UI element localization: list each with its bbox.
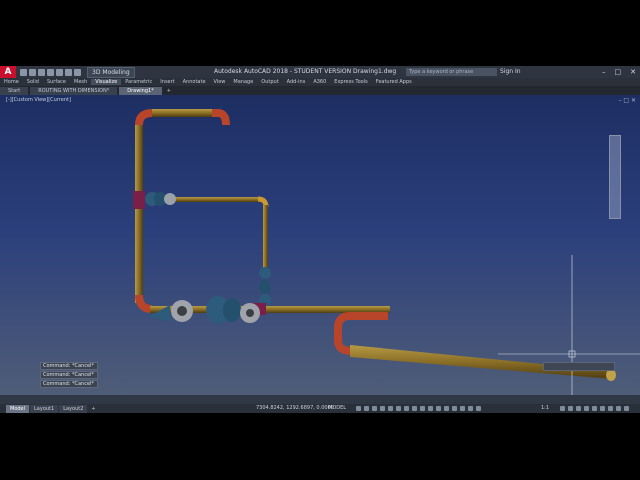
layout-tab-layout1[interactable]: Layout1 xyxy=(30,404,59,413)
lock-ui-icon[interactable] xyxy=(592,406,597,411)
transparency-icon[interactable] xyxy=(420,406,425,411)
undo-icon[interactable] xyxy=(65,68,72,76)
osnap-icon[interactable] xyxy=(396,406,401,411)
ribbon-tab-insert[interactable]: Insert xyxy=(156,79,178,85)
coordinate-tooltip xyxy=(543,362,615,371)
ribbon-tab-visualize[interactable]: Visualize xyxy=(91,79,122,85)
ribbon-tab-manage[interactable]: Manage xyxy=(229,79,257,85)
navigation-bar[interactable] xyxy=(609,135,621,219)
layout-tab-layout2[interactable]: Layout2 xyxy=(59,404,88,413)
status-toggle-group xyxy=(356,406,481,411)
annotation-scale[interactable]: 1:1 xyxy=(541,404,549,413)
new-icon[interactable] xyxy=(20,68,27,76)
search-input[interactable]: Type a keyword or phrase xyxy=(406,68,497,76)
file-tab[interactable]: Start xyxy=(0,86,29,95)
close-icon[interactable]: ✕ xyxy=(630,68,636,76)
valve xyxy=(259,280,271,294)
quick-access-toolbar xyxy=(20,68,81,76)
snap-icon[interactable] xyxy=(364,406,369,411)
print-icon[interactable] xyxy=(56,68,63,76)
workspace-switch-icon[interactable] xyxy=(560,406,565,411)
command-history-line: Command: *Cancel* xyxy=(40,380,98,388)
flange xyxy=(164,193,176,205)
ribbon-tab-a360[interactable]: A360 xyxy=(309,79,330,85)
pipe-bend xyxy=(334,312,388,355)
layout-tabs: Model Layout1 Layout2 xyxy=(6,404,88,413)
open-icon[interactable] xyxy=(29,68,36,76)
polar-icon[interactable] xyxy=(380,406,385,411)
valve xyxy=(259,267,271,279)
maximize-icon[interactable]: □ xyxy=(615,68,622,76)
quick-properties-icon[interactable] xyxy=(584,406,589,411)
ribbon-tab-output[interactable]: Output xyxy=(257,79,282,85)
gizmo-icon[interactable] xyxy=(460,406,465,411)
new-tab-icon[interactable]: + xyxy=(164,88,174,94)
add-layout-icon[interactable]: + xyxy=(88,406,98,412)
ribbon-tab-solid[interactable]: Solid xyxy=(23,79,43,85)
isolate-objects-icon[interactable] xyxy=(600,406,605,411)
autocad-window: A 3D Modeling Autodesk AutoCAD 2018 - ST… xyxy=(0,66,640,413)
otrack-icon[interactable] xyxy=(404,406,409,411)
redo-icon[interactable] xyxy=(74,68,81,76)
status-bar: Model Layout1 Layout2 + 7304.8242, 1292.68… xyxy=(0,404,640,413)
pipe-model xyxy=(133,109,640,395)
ribbon-tab-annotate[interactable]: Annotate xyxy=(179,79,210,85)
command-history-line: Command: *Cancel* xyxy=(40,371,98,379)
pipe-band xyxy=(133,191,145,209)
ribbon-tab-parametric[interactable]: Parametric xyxy=(121,79,156,85)
pipe-segment xyxy=(263,205,268,273)
ribbon-tab-mesh[interactable]: Mesh xyxy=(70,79,91,85)
ribbon-tab-featured-apps[interactable]: Featured Apps xyxy=(372,79,416,85)
isodraft-icon[interactable] xyxy=(388,406,393,411)
graphics-performance-icon[interactable] xyxy=(608,406,613,411)
3d-osnap-icon[interactable] xyxy=(436,406,441,411)
command-history: Command: *Cancel* Command: *Cancel* Comman… xyxy=(40,362,98,389)
ribbon-tab-home[interactable]: Home xyxy=(0,79,23,85)
selection-filter-icon[interactable] xyxy=(452,406,457,411)
model-space-toggle[interactable]: MODEL xyxy=(328,404,346,413)
layout-tab-model[interactable]: Model xyxy=(6,404,30,413)
workspace-dropdown[interactable]: 3D Modeling xyxy=(87,66,135,78)
coordinate-readout[interactable]: 7304.8242, 1292.6897, 0.0000 xyxy=(256,404,334,413)
dynamic-ucs-icon[interactable] xyxy=(444,406,449,411)
autocad-logo-icon[interactable]: A xyxy=(0,66,16,78)
units-icon[interactable] xyxy=(576,406,581,411)
saveas-icon[interactable] xyxy=(47,68,54,76)
autoscale-icon[interactable] xyxy=(476,406,481,411)
selection-cycle-icon[interactable] xyxy=(428,406,433,411)
title-bar: A 3D Modeling Autodesk AutoCAD 2018 - ST… xyxy=(0,66,640,78)
ribbon-tab-view[interactable]: View xyxy=(210,79,230,85)
annotation-monitor-icon[interactable] xyxy=(568,406,573,411)
ribbon-tab-add-ins[interactable]: Add-ins xyxy=(283,79,310,85)
window-title: Autodesk AutoCAD 2018 - STUDENT VERSION … xyxy=(214,68,397,75)
drawing-viewport[interactable]: [-][Custom View][Current] – □ ✕ Command:… xyxy=(0,95,640,395)
valve xyxy=(223,298,241,322)
file-tab[interactable]: ROUTING WITH DIMENSION* xyxy=(30,86,118,95)
customization-menu-icon[interactable] xyxy=(624,406,629,411)
status-right-icons xyxy=(560,406,629,411)
ribbon-tab-express-tools[interactable]: Express Tools xyxy=(330,79,371,85)
save-icon[interactable] xyxy=(38,68,45,76)
pipe-segment xyxy=(172,197,262,202)
pipe-segment xyxy=(135,125,143,303)
command-history-line: Command: *Cancel* xyxy=(40,362,98,370)
lineweight-icon[interactable] xyxy=(412,406,417,411)
clean-screen-icon[interactable] xyxy=(616,406,621,411)
file-tabs: Start ROUTING WITH DIMENSION* Drawing1* + xyxy=(0,86,640,95)
minimize-icon[interactable]: – xyxy=(602,68,606,76)
file-tab[interactable]: Drawing1* xyxy=(119,86,162,95)
ribbon-tabs: Home Solid Surface Mesh Visualize Parametric I… xyxy=(0,78,640,86)
ribbon-tab-surface[interactable]: Surface xyxy=(43,79,70,85)
sign-in-button[interactable]: Sign In xyxy=(500,66,521,78)
pipe-segment xyxy=(152,109,212,117)
annotation-visibility-icon[interactable] xyxy=(468,406,473,411)
grid-icon[interactable] xyxy=(356,406,361,411)
ortho-icon[interactable] xyxy=(372,406,377,411)
